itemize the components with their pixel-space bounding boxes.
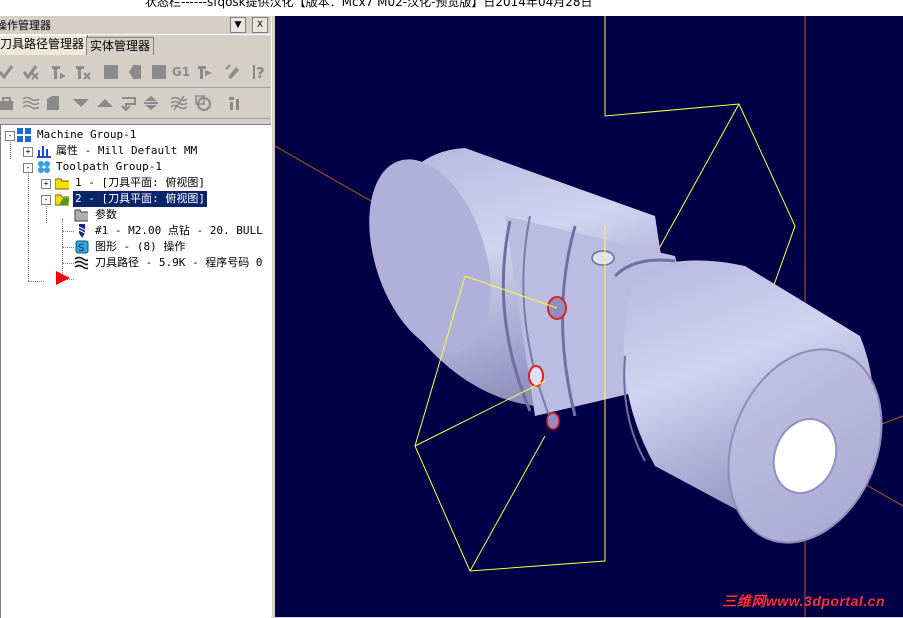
tree-item-label: #1 - M2.00 点钻 - 20. BULL bbox=[95, 224, 263, 237]
tab-solids-manager[interactable]: 实体管理器 bbox=[86, 37, 155, 55]
tree-item-label: 2 - [刀具平面: 俯视图] bbox=[73, 191, 207, 207]
post-toggle-icon[interactable] bbox=[44, 94, 62, 112]
folder-open-icon bbox=[55, 194, 69, 206]
g1-label: G1 bbox=[171, 65, 191, 79]
backplot-icon[interactable] bbox=[102, 63, 120, 81]
tab-toolpath-manager[interactable]: 刀具路径管理器 bbox=[0, 35, 89, 55]
tree-item-label: 参数 bbox=[95, 208, 117, 221]
operations-manager-panel: 操作管理器 ▼ X 刀具路径管理器 实体管理器 G1 ? - Machine G… bbox=[0, 16, 275, 618]
expand-icon[interactable]: + bbox=[23, 147, 33, 157]
machine-group-icon bbox=[17, 128, 31, 142]
toolpath-tree: - Machine Group-1 + 属性 - Mill Default MM… bbox=[0, 124, 271, 618]
tree-item-label: Machine Group-1 bbox=[37, 128, 137, 141]
window-title-bar: 状态栏------sfqosk提供汉化【版本：Mcx7 M02-汉化-预览版】日… bbox=[0, 0, 903, 16]
tree-item-toolpath-group[interactable]: - Toolpath Group-1 bbox=[1, 159, 271, 175]
tree-item-label: 图形 - (8) 操作 bbox=[95, 240, 186, 253]
collapse-icon[interactable]: - bbox=[5, 131, 15, 141]
part-body bbox=[369, 148, 883, 544]
parameters-icon bbox=[74, 209, 88, 222]
panel-close-button[interactable]: X bbox=[252, 17, 268, 33]
collapse-icon[interactable]: - bbox=[23, 163, 33, 173]
wave-icon[interactable] bbox=[170, 94, 188, 112]
lock-toggle-icon[interactable] bbox=[0, 94, 16, 112]
toolbar-row-2 bbox=[0, 88, 275, 119]
svg-text:?: ? bbox=[256, 64, 265, 81]
regen-selected-icon[interactable] bbox=[50, 63, 68, 81]
move-up-icon[interactable] bbox=[96, 94, 114, 112]
tree-item-toolpath[interactable]: 刀具路径 - 5.9K - 程序号码 0 bbox=[1, 255, 271, 271]
move-down-icon[interactable] bbox=[72, 94, 90, 112]
tree-item-properties[interactable]: + 属性 - Mill Default MM bbox=[1, 143, 271, 159]
svg-text:S: S bbox=[78, 243, 84, 254]
collapse-icon[interactable]: - bbox=[41, 195, 51, 205]
tree-item-machine-group[interactable]: - Machine Group-1 bbox=[1, 127, 271, 143]
drill-tool-icon bbox=[78, 224, 86, 238]
insert-arrow-icon[interactable] bbox=[120, 94, 138, 112]
toggle-display-icon[interactable] bbox=[22, 94, 40, 112]
properties-icon bbox=[37, 146, 51, 158]
insert-position-arrow-icon[interactable] bbox=[56, 271, 70, 285]
tree-connector bbox=[28, 281, 44, 282]
lock-icon[interactable] bbox=[224, 63, 242, 81]
tree-item-label: 1 - [刀具平面: 俯视图] bbox=[75, 176, 205, 189]
post-g1-icon[interactable]: G1 bbox=[172, 63, 190, 81]
high-speed-icon[interactable] bbox=[196, 63, 214, 81]
tree-item-label: Toolpath Group-1 bbox=[56, 160, 162, 173]
tree-item-parameters[interactable]: 参数 bbox=[1, 207, 271, 223]
tree-item-operation-1[interactable]: + 1 - [刀具平面: 俯视图] bbox=[1, 175, 271, 191]
select-all-icon[interactable] bbox=[0, 63, 16, 81]
geometry-icon: S bbox=[75, 240, 89, 254]
verify-icon[interactable] bbox=[126, 63, 144, 81]
toolbar-row-1: G1 ? bbox=[0, 57, 275, 88]
toolpath-group-icon bbox=[38, 161, 50, 173]
tool-options-icon[interactable] bbox=[226, 94, 244, 112]
folder-icon bbox=[55, 178, 69, 190]
panel-tabs: 刀具路径管理器 实体管理器 bbox=[0, 35, 275, 55]
select-invalid-icon[interactable] bbox=[22, 63, 40, 81]
tree-item-geometry[interactable]: S 图形 - (8) 操作 bbox=[1, 239, 271, 255]
watermark-text: 三维网www.3dportal.cn bbox=[722, 593, 885, 609]
tree-item-label: 刀具路径 - 5.9K - 程序号码 0 bbox=[95, 256, 263, 269]
regen-invalid-icon[interactable] bbox=[74, 63, 92, 81]
panel-dropdown-button[interactable]: ▼ bbox=[230, 17, 246, 33]
simulate-icon[interactable] bbox=[150, 63, 168, 81]
panel-title: 操作管理器 bbox=[0, 19, 51, 32]
scroll-icon[interactable] bbox=[142, 94, 160, 112]
window-title: 状态栏------sfqosk提供汉化【版本：Mcx7 M02-汉化-预览版】日… bbox=[145, 0, 593, 9]
chevron-down-icon: ▼ bbox=[234, 20, 242, 30]
part-3d-view bbox=[275, 16, 903, 617]
tree-item-label: 属性 - Mill Default MM bbox=[56, 144, 198, 157]
tree-item-tool[interactable]: #1 - M2.00 点钻 - 20. BULL bbox=[1, 223, 271, 239]
graphics-viewport[interactable]: 三维网www.3dportal.cn bbox=[275, 16, 903, 617]
toolpath-icon bbox=[74, 256, 88, 270]
expand-icon[interactable]: + bbox=[41, 179, 51, 189]
panel-header: 操作管理器 ▼ X bbox=[0, 16, 273, 35]
close-icon: X bbox=[256, 20, 264, 30]
tree-item-operation-2[interactable]: - 2 - [刀具平面: 俯视图] bbox=[1, 191, 271, 207]
help-icon[interactable]: ? bbox=[252, 63, 270, 81]
only-display-icon[interactable] bbox=[194, 94, 212, 112]
